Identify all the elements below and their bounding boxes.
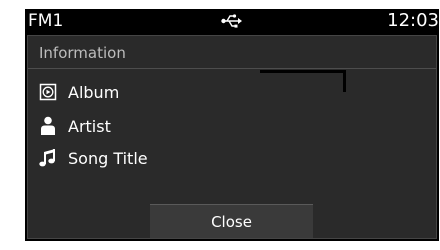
panel-title: Information: [39, 44, 126, 62]
album-row: Album: [38, 80, 119, 104]
information-panel: Information Album Artist Song Title Clos…: [27, 35, 437, 239]
song-title-label: Song Title: [68, 148, 148, 168]
status-bar: FM1 12:03: [25, 9, 439, 33]
usb-icon: [221, 13, 243, 29]
head-unit-screen: FM1 12:03 Information Album Artist Song …: [25, 9, 439, 241]
artist-label: Artist: [68, 116, 111, 136]
music-note-icon: [38, 148, 58, 168]
album-label: Album: [68, 82, 120, 102]
album-icon: [38, 82, 58, 102]
artist-icon: [38, 116, 58, 136]
artist-row: Artist: [38, 114, 111, 138]
title-divider: [28, 68, 436, 69]
close-button[interactable]: Close: [150, 204, 313, 238]
radio-source-label: FM1: [28, 11, 64, 31]
decorative-bracket: [260, 70, 346, 92]
song-title-row: Song Title: [38, 146, 148, 170]
clock: 12:03: [387, 10, 439, 31]
